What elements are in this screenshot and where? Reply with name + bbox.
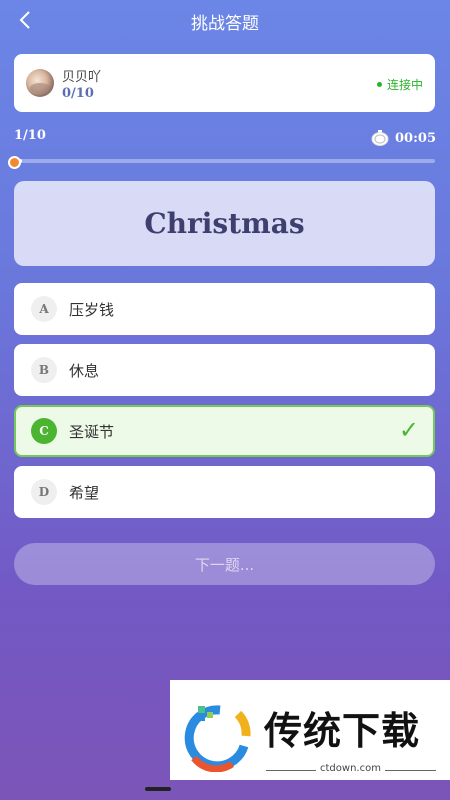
- user-card: 贝贝吖 0/10 连接中: [14, 54, 435, 112]
- connection-status-label: 连接中: [386, 78, 423, 92]
- watermark-url: ctdown.com: [316, 763, 385, 774]
- user-name: 贝贝吖: [62, 70, 102, 85]
- option-d[interactable]: D 希望: [14, 466, 435, 518]
- question-card: Christmas: [14, 181, 435, 266]
- progress-track: [14, 159, 435, 163]
- stopwatch-icon: [371, 130, 389, 146]
- watermark: 传统下载 ctdown.com: [170, 680, 450, 780]
- ctdown-logo-icon: [184, 705, 251, 772]
- option-letter: A: [31, 296, 57, 322]
- progress-knob: [8, 156, 21, 169]
- question-word: Christmas: [144, 207, 305, 240]
- timer-value: 00:05: [395, 130, 436, 146]
- checkmark-icon: ✓: [398, 416, 419, 444]
- avatar: [26, 69, 54, 97]
- option-c[interactable]: C 圣诞节 ✓: [14, 405, 435, 457]
- option-text: 希望: [69, 484, 100, 502]
- watermark-brand: 传统下载: [264, 709, 421, 753]
- user-score: 0/10: [62, 86, 94, 101]
- page-title: 挑战答题: [191, 14, 259, 34]
- option-b[interactable]: B 休息: [14, 344, 435, 396]
- timer: 00:05: [371, 130, 436, 146]
- question-progress: 1/10: [14, 128, 46, 143]
- option-text: 圣诞节: [69, 423, 115, 441]
- option-letter: B: [31, 357, 57, 383]
- header-bar: 挑战答题: [0, 0, 450, 40]
- option-letter: C: [31, 418, 57, 444]
- option-a[interactable]: A 压岁钱: [14, 283, 435, 335]
- option-letter: D: [31, 479, 57, 505]
- status-dot-icon: [376, 82, 382, 87]
- next-question-button[interactable]: 下一题...: [14, 543, 435, 585]
- home-indicator: [145, 787, 171, 791]
- connection-status: 连接中: [376, 76, 423, 93]
- option-text: 压岁钱: [69, 301, 115, 319]
- option-text: 休息: [69, 362, 100, 380]
